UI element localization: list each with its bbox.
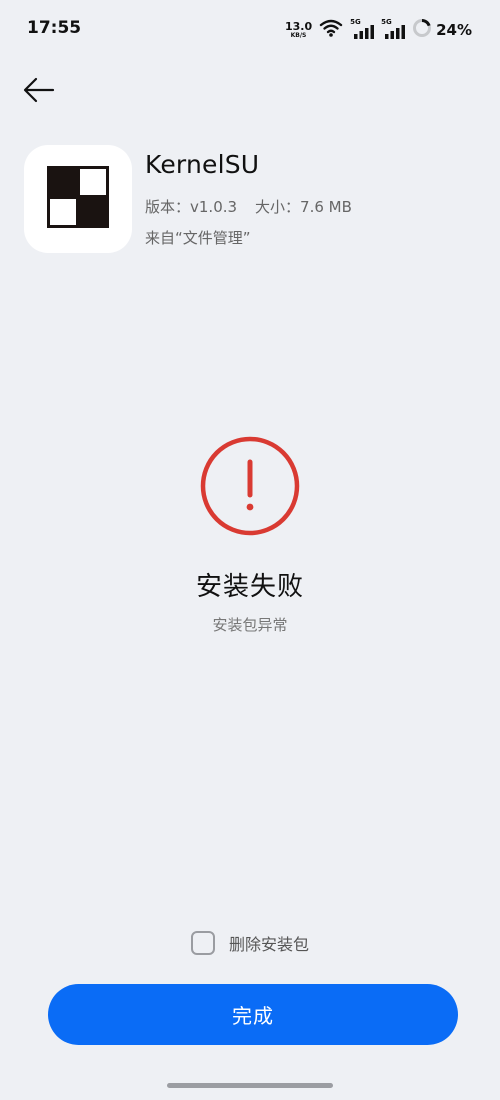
battery-ring-icon: [412, 18, 432, 42]
sim2-signal-icon: 5G: [381, 19, 406, 41]
result-title: 安装失败: [195, 572, 304, 602]
app-name: KernelSU: [145, 150, 260, 179]
done-button[interactable]: 完成: [48, 984, 458, 1045]
delete-package-row[interactable]: 删除安装包: [0, 931, 500, 955]
checkerboard-logo-icon: [47, 166, 109, 232]
battery: 24%: [412, 18, 472, 42]
app-version: 版本：v1.0.3: [145, 198, 238, 216]
result-subtitle: 安装包异常: [212, 616, 288, 634]
app-icon: [24, 145, 132, 253]
status-time: 17:55: [27, 18, 82, 38]
network-speed-unit: KB/S: [290, 32, 307, 39]
wifi-icon: [319, 19, 343, 41]
home-indicator[interactable]: [167, 1083, 333, 1088]
status-bar: 17:55 13.0 KB/S 5G 5G 24%: [0, 0, 500, 60]
app-meta: 版本：v1.0.3 大小：7.6 MB: [145, 196, 352, 217]
app-size: 大小：7.6 MB: [255, 198, 352, 216]
delete-package-checkbox[interactable]: [190, 931, 215, 955]
exclamation-circle-icon: [199, 435, 301, 537]
arrow-left-icon: [23, 77, 55, 107]
battery-percent: 24%: [436, 21, 472, 39]
back-button[interactable]: [20, 73, 58, 111]
sim1-signal-icon: 5G: [350, 19, 375, 41]
network-speed-value: 13.0: [284, 20, 313, 33]
app-source: 来自“文件管理”: [145, 229, 251, 247]
status-icons: 13.0 KB/S 5G 5G 24%: [285, 16, 472, 44]
network-speed: 13.0 KB/S: [285, 21, 312, 39]
delete-package-label: 删除安装包: [228, 935, 309, 954]
